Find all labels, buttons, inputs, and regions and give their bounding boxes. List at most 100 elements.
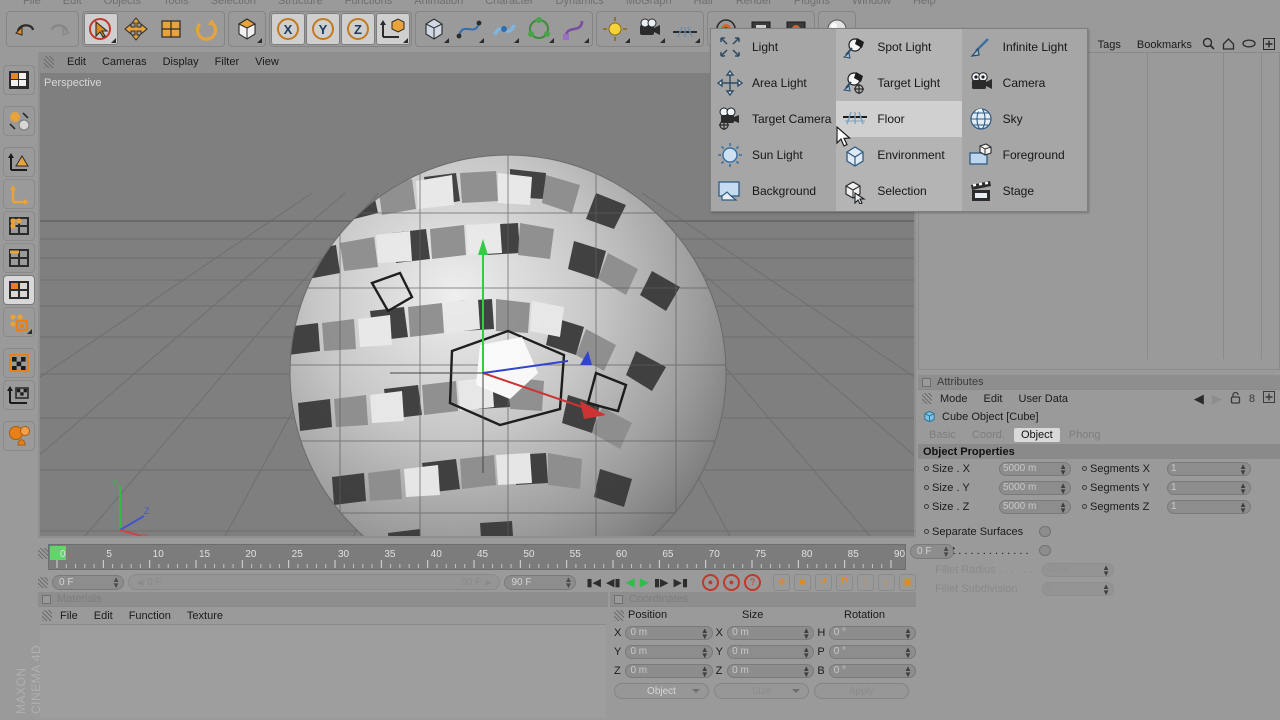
viewport-solo-button[interactable] xyxy=(3,421,35,451)
menu-plugins[interactable]: Plugins xyxy=(783,0,841,7)
input-rotation-b[interactable]: 0 ° ▲ ▼ xyxy=(828,663,916,678)
pin-icon[interactable]: 8 xyxy=(1249,393,1255,405)
world-object-axis-button[interactable] xyxy=(376,13,410,45)
redo-button[interactable] xyxy=(43,13,77,45)
materials-menu-function[interactable]: Function xyxy=(121,610,179,622)
apply-button[interactable]: Apply xyxy=(814,683,909,699)
lock-z-button[interactable]: Z xyxy=(341,13,375,45)
tab-object[interactable]: Object xyxy=(1013,428,1060,442)
attributes-menu-edit[interactable]: Edit xyxy=(976,393,1011,405)
menu-item-sun-light[interactable]: Sun Light xyxy=(711,137,836,173)
lock-icon[interactable] xyxy=(1230,391,1241,407)
om-menu-tags[interactable]: Tags xyxy=(1090,39,1129,51)
anim-dot-icon[interactable] xyxy=(924,504,929,509)
panel-grip[interactable] xyxy=(44,56,54,68)
input-size-y[interactable]: 5000 m ▲ ▼ xyxy=(999,480,1071,495)
menu-window[interactable]: Window xyxy=(841,0,902,7)
menu-dynamics[interactable]: Dynamics xyxy=(545,0,615,7)
plus-icon[interactable] xyxy=(1263,391,1275,406)
menu-item-stage[interactable]: Stage xyxy=(962,173,1087,209)
materials-list[interactable] xyxy=(40,624,606,718)
menu-tools[interactable]: Tools xyxy=(152,0,200,7)
input-position-x[interactable]: 0 m ▲ ▼ xyxy=(625,625,713,640)
keyframe-selection-icon[interactable]: ? xyxy=(744,573,761,591)
panel-grip[interactable] xyxy=(614,609,624,621)
menu-animation[interactable]: Animation xyxy=(403,0,474,7)
materials-menu-file[interactable]: File xyxy=(52,610,86,622)
menu-item-environment[interactable]: Environment xyxy=(836,137,961,173)
anim-dot-icon[interactable] xyxy=(924,529,929,534)
make-editable-button[interactable] xyxy=(230,13,264,45)
object-axis-mode-button[interactable] xyxy=(3,147,35,177)
texture-axis-mode-button[interactable] xyxy=(3,380,35,410)
search-icon[interactable] xyxy=(1202,37,1215,53)
panel-grip[interactable] xyxy=(38,576,48,588)
autokey-icon[interactable]: ● xyxy=(723,573,740,591)
home-icon[interactable] xyxy=(1222,37,1235,53)
undo-button[interactable] xyxy=(8,13,42,45)
viewport-menu-display[interactable]: Display xyxy=(155,56,207,68)
input-size-x[interactable]: 5000 m ▲ ▼ xyxy=(999,461,1071,476)
materials-menu-texture[interactable]: Texture xyxy=(179,610,231,622)
current-frame-field[interactable]: 0 F ▲ ▼ xyxy=(910,544,954,559)
viewport-menu-filter[interactable]: Filter xyxy=(207,56,247,68)
panel-collapse-box[interactable] xyxy=(922,377,931,387)
panel-collapse-box[interactable] xyxy=(42,594,51,604)
menu-file[interactable]: File xyxy=(12,0,52,7)
input-segments-x[interactable]: 1 ▲ ▼ xyxy=(1167,461,1251,476)
coord-mode-dropdown[interactable]: Object xyxy=(614,683,709,699)
param-key-icon[interactable]: P xyxy=(836,573,853,591)
rotate-tool-button[interactable] xyxy=(189,13,223,45)
menu-item-selection[interactable]: Selection xyxy=(836,173,961,209)
menu-help[interactable]: Help xyxy=(902,0,947,7)
record-icon[interactable]: ● xyxy=(702,573,719,591)
menu-item-infinite-light[interactable]: Infinite Light xyxy=(962,29,1087,65)
attributes-object-row[interactable]: Cube Object [Cube] xyxy=(918,407,1280,426)
step-forward-button[interactable]: ▮▶ xyxy=(654,576,669,589)
timeline-ruler[interactable]: 0 5 10 15 20 25 30 35 40 45 50 55 60 65 70 75 80 85 90 xyxy=(48,544,906,570)
rotation-key-icon[interactable]: ↺ xyxy=(815,573,832,591)
live-selection-button[interactable] xyxy=(84,13,118,45)
scale-key-icon[interactable]: ■ xyxy=(794,573,811,591)
array-button[interactable] xyxy=(522,13,556,45)
nav-forward-icon[interactable]: ▶ xyxy=(1212,391,1222,407)
cube-primitive-button[interactable] xyxy=(417,13,451,45)
attributes-menu-mode[interactable]: Mode xyxy=(932,393,976,405)
scene-objects-dropdown[interactable]: Light Area Light Target Camera Sun Light Bac… xyxy=(710,28,1088,212)
menu-objects[interactable]: Objects xyxy=(93,0,152,7)
menu-item-light[interactable]: Light xyxy=(711,29,836,65)
go-to-end-button[interactable]: ▶▮ xyxy=(673,576,688,589)
menu-hair[interactable]: Hair xyxy=(683,0,725,7)
input-rotation-h[interactable]: 0 ° ▲ ▼ xyxy=(828,625,916,640)
panel-grip[interactable] xyxy=(42,610,52,621)
menu-mograph[interactable]: MoGraph xyxy=(615,0,683,7)
panel-grip[interactable] xyxy=(922,393,932,404)
size-mode-dropdown[interactable]: Size xyxy=(714,683,809,699)
menu-item-foreground[interactable]: Foreground xyxy=(962,137,1087,173)
viewport-menu-view[interactable]: View xyxy=(247,56,287,68)
panel-grip[interactable] xyxy=(38,548,48,559)
edge-mode-button[interactable] xyxy=(3,243,35,273)
menu-edit[interactable]: Edit xyxy=(52,0,93,7)
frame-scrubber[interactable]: ◀ 0 F 90 F ▶ xyxy=(128,574,501,590)
menu-item-target-camera[interactable]: Target Camera xyxy=(711,101,836,137)
pla-key-icon[interactable]: ⋮ xyxy=(857,573,874,591)
checkbox-separate-surfaces[interactable] xyxy=(1039,526,1051,537)
play-backward-button[interactable]: ◀ xyxy=(626,575,635,589)
checkbox-fillet[interactable] xyxy=(1039,545,1051,556)
model-mode-button[interactable] xyxy=(3,307,35,337)
position-key-icon[interactable]: ✥ xyxy=(773,573,790,591)
menu-item-camera[interactable]: Camera xyxy=(962,65,1087,101)
input-segments-y[interactable]: 1 ▲ ▼ xyxy=(1167,480,1251,495)
scale-tool-button[interactable] xyxy=(154,13,188,45)
menu-structure[interactable]: Structure xyxy=(267,0,334,7)
spline-pen-button[interactable] xyxy=(452,13,486,45)
lock-y-button[interactable]: Y xyxy=(306,13,340,45)
camera-object-button[interactable] xyxy=(633,13,667,45)
menu-item-area-light[interactable]: Area Light xyxy=(711,65,836,101)
attributes-menu-userdata[interactable]: User Data xyxy=(1011,393,1077,405)
panel-collapse-box[interactable] xyxy=(614,594,623,604)
anim-dot-icon[interactable] xyxy=(1082,485,1087,490)
start-frame-field[interactable]: 0 F ▲ ▼ xyxy=(52,574,124,590)
nav-back-icon[interactable]: ◀ xyxy=(1194,391,1204,407)
